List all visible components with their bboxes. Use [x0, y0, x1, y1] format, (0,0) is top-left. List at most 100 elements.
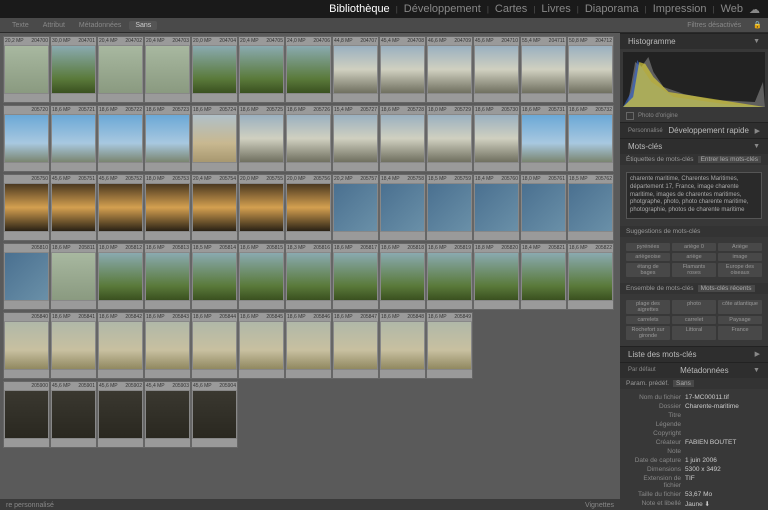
thumbnail[interactable]: 18,6 MP205819 — [426, 243, 473, 310]
keyword-tag[interactable]: image — [718, 253, 762, 261]
thumbnail[interactable]: 18,6 MP205722 — [97, 105, 144, 172]
thumbnail[interactable]: 18,6 MP205721 — [50, 105, 97, 172]
keyword-tag[interactable]: photo — [672, 300, 716, 314]
lock-icon[interactable]: 🔒 — [753, 21, 762, 30]
keyword-tag[interactable]: Ariège — [718, 243, 762, 251]
metadata-value[interactable] — [681, 421, 762, 428]
keyword-tag[interactable]: carrelet — [672, 316, 716, 324]
thumbnail[interactable]: 24,0 MP204706 — [285, 36, 332, 103]
thumbnail[interactable]: 55,4 MP204711 — [520, 36, 567, 103]
thumbnail[interactable]: 18,6 MP205732 — [567, 105, 614, 172]
keyword-tag[interactable]: France — [718, 326, 762, 340]
thumbnail[interactable]: 18,6 MP205815 — [238, 243, 285, 310]
thumbnail[interactable]: 20,0 MP205756 — [285, 174, 332, 241]
thumbnail[interactable]: 45,6 MP205901 — [50, 381, 97, 448]
panel-histogram-header[interactable]: Histogramme▼ — [620, 33, 768, 49]
metadata-value[interactable]: 5300 x 3492 — [681, 466, 762, 473]
panel-keywords-header[interactable]: Mots-clés▼ — [620, 138, 768, 154]
thumbnail[interactable]: 18,0 MP205761 — [520, 174, 567, 241]
keyword-tag[interactable]: ariège 0 — [672, 243, 716, 251]
thumbnail[interactable]: 18,4 MP205821 — [520, 243, 567, 310]
thumbnail[interactable]: 18,6 MP205843 — [144, 312, 191, 379]
thumbnail[interactable]: 18,6 MP205728 — [379, 105, 426, 172]
thumbsize-label[interactable]: Vignettes — [585, 502, 614, 509]
metadata-value[interactable]: TIF — [681, 475, 762, 489]
metadata-value[interactable] — [681, 448, 762, 455]
thumbnail[interactable]: 18,8 MP205820 — [473, 243, 520, 310]
thumbnail[interactable]: 18,6 MP205723 — [144, 105, 191, 172]
thumbnail[interactable]: 18,0 MP205753 — [144, 174, 191, 241]
thumbnail[interactable]: 18,6 MP205845 — [238, 312, 285, 379]
thumbnail[interactable]: 18,6 MP205842 — [97, 312, 144, 379]
thumbnail[interactable]: 205750 — [3, 174, 50, 241]
keyword-tag[interactable]: Paysage — [718, 316, 762, 324]
thumbnail[interactable]: 18,6 MP205725 — [238, 105, 285, 172]
thumbnail[interactable]: 20,2 MP204700 — [3, 36, 50, 103]
thumbnail[interactable]: 20,4 MP204702 — [97, 36, 144, 103]
thumbnail[interactable]: 18,6 MP205822 — [567, 243, 614, 310]
thumbnail[interactable]: 46,6 MP204709 — [426, 36, 473, 103]
thumbnail[interactable]: 205810 — [3, 243, 50, 310]
filter-state[interactable]: Filtres désactivés — [681, 21, 747, 30]
module-développement[interactable]: Développement — [404, 3, 481, 15]
thumbnail[interactable]: 45,6 MP205751 — [50, 174, 97, 241]
thumbnail[interactable]: 18,6 MP205818 — [379, 243, 426, 310]
module-livres[interactable]: Livres — [541, 3, 570, 15]
thumbnail[interactable]: 18,6 MP205726 — [285, 105, 332, 172]
metadata-value[interactable]: Jaune ⬇ — [681, 500, 762, 508]
thumbnail[interactable]: 30,0 MP204701 — [50, 36, 97, 103]
module-impression[interactable]: Impression — [653, 3, 707, 15]
thumbnail[interactable]: 18,6 MP205811 — [50, 243, 97, 310]
keyword-tag[interactable]: Europe des oiseaux — [718, 263, 762, 277]
metadata-value[interactable]: 53,67 Mo — [681, 491, 762, 498]
thumbnail[interactable]: 205900 — [3, 381, 50, 448]
thumbnail[interactable]: 18,5 MP205759 — [426, 174, 473, 241]
thumbnail[interactable]: 18,6 MP205844 — [191, 312, 238, 379]
thumbnail[interactable]: 18,5 MP205814 — [191, 243, 238, 310]
metadata-value[interactable] — [681, 412, 762, 419]
metadata-value[interactable]: 1 juin 2006 — [681, 457, 762, 464]
kwset-dropdown[interactable]: Mots-clés récents — [698, 285, 755, 292]
metadata-value[interactable]: 17-MC00011.tif — [681, 394, 762, 401]
filter-tab-texte[interactable]: Texte — [6, 21, 35, 30]
thumbnail[interactable]: 45,4 MP205903 — [144, 381, 191, 448]
module-diaporama[interactable]: Diaporama — [585, 3, 639, 15]
thumbnail[interactable]: 205840 — [3, 312, 50, 379]
thumbnail[interactable]: 18,6 MP205817 — [332, 243, 379, 310]
thumbnail[interactable]: 18,3 MP205816 — [285, 243, 332, 310]
keyword-tag[interactable]: ariège — [672, 253, 716, 261]
metadata-value[interactable]: Charente-maritime — [681, 403, 762, 410]
thumbnail[interactable]: 18,6 MP205730 — [473, 105, 520, 172]
thumbnail[interactable]: 18,0 MP205812 — [97, 243, 144, 310]
thumbnail[interactable]: 20,2 MP205757 — [332, 174, 379, 241]
keyword-tag[interactable]: Littoral — [672, 326, 716, 340]
filter-tab-attribut[interactable]: Attribut — [37, 21, 71, 30]
module-bibliothèque[interactable]: Bibliothèque — [329, 3, 390, 15]
keyword-tag[interactable]: pyrénées — [626, 243, 670, 251]
thumbnail[interactable]: 205720 — [3, 105, 50, 172]
thumbnail[interactable]: 18,4 MP205758 — [379, 174, 426, 241]
thumbnail[interactable]: 20,4 MP204703 — [144, 36, 191, 103]
keyword-tag[interactable]: côte atlantique — [718, 300, 762, 314]
thumbnail[interactable]: 18,6 MP205731 — [520, 105, 567, 172]
thumbnail[interactable]: 44,8 MP204707 — [332, 36, 379, 103]
keyword-tag[interactable]: étang de bages — [626, 263, 670, 277]
thumbnail[interactable]: 50,8 MP204712 — [567, 36, 614, 103]
thumbnail[interactable]: 18,5 MP205762 — [567, 174, 614, 241]
thumbnail[interactable]: 20,4 MP205754 — [191, 174, 238, 241]
thumbnail[interactable]: 20,0 MP204704 — [191, 36, 238, 103]
thumbnail[interactable]: 18,6 MP205848 — [379, 312, 426, 379]
thumbnail[interactable]: 45,6 MP205904 — [191, 381, 238, 448]
thumbnail[interactable]: 45,6 MP205752 — [97, 174, 144, 241]
filter-tab-métadonnées[interactable]: Métadonnées — [73, 21, 127, 30]
panel-kwlist-header[interactable]: Liste des mots-clés▶ — [620, 346, 768, 362]
thumbnail[interactable]: 45,6 MP204710 — [473, 36, 520, 103]
thumbnail[interactable]: 18,6 MP205724 — [191, 105, 238, 172]
thumbnail[interactable]: 20,4 MP204705 — [238, 36, 285, 103]
origin-checkbox[interactable] — [626, 112, 634, 120]
thumbnail[interactable]: 15,4 MP205727 — [332, 105, 379, 172]
thumbnail[interactable]: 20,0 MP205755 — [238, 174, 285, 241]
thumbnail[interactable]: 18,6 MP205849 — [426, 312, 473, 379]
keyword-tag[interactable]: Flamants roses — [672, 263, 716, 277]
kw-mode-dropdown[interactable]: Entrer les mots-clés — [698, 156, 761, 163]
